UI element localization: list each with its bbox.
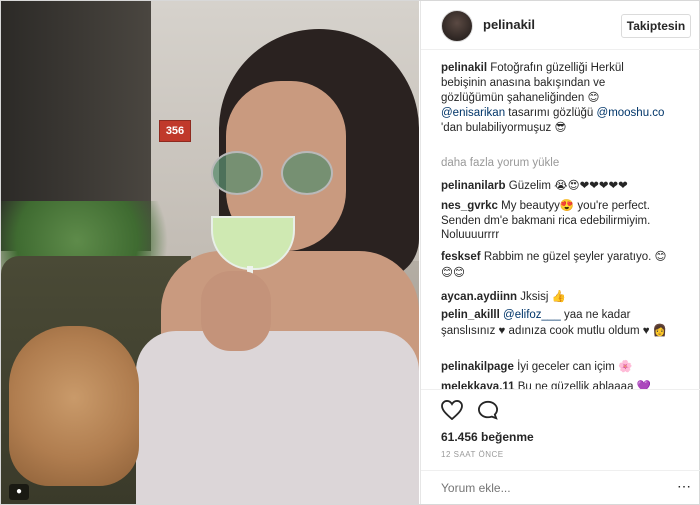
camera-icon: ●	[9, 484, 29, 500]
list-item: nes_gvrkc My beautyy😍 you're perfect. Se…	[441, 200, 651, 241]
post-photo[interactable]: 356 ●	[1, 1, 419, 504]
caption-user[interactable]: pelinakil	[441, 62, 487, 74]
comment-icon[interactable]	[477, 400, 499, 420]
comment-user[interactable]: pelinanilarb	[441, 180, 506, 192]
person-hand	[201, 271, 271, 351]
puppy	[9, 326, 139, 486]
comment-user[interactable]: fesksef	[441, 251, 481, 263]
post-header: pelinakil Takipte­sin	[421, 1, 700, 50]
list-item: fesksef Rabbim ne güzel şeyler yaratıyo.…	[441, 249, 667, 279]
timestamp: 12 SAAT ÖNCE	[441, 450, 504, 459]
comment-user[interactable]: aycan.aydiinn	[441, 291, 517, 303]
caption: pelinakil Fotoğrafın güzelliği Herkül be…	[441, 62, 665, 134]
comment-user[interactable]: pelinakilpage	[441, 361, 514, 373]
post-sidebar: pelinakil Takipte­sin pelinakil Fotoğraf…	[420, 1, 700, 504]
following-button[interactable]: Takipte­sin	[621, 14, 691, 38]
load-more-comments[interactable]: daha fazla yorum yükle	[441, 157, 559, 169]
post-actions: 61.456 beğenme 12 SAAT ÖNCE ⋯	[421, 389, 700, 505]
mention-link[interactable]: @elifoz___	[503, 309, 561, 321]
more-options-icon[interactable]: ⋯	[677, 478, 691, 495]
comment-user[interactable]: nes_gvrkc	[441, 200, 498, 212]
mention-link[interactable]: @enisarikan	[441, 107, 505, 119]
mention-link[interactable]: @mooshu.co	[597, 107, 665, 119]
list-item: pelinakilpage İyi geceler can içim 🌸	[441, 359, 633, 373]
comment-user[interactable]: melekkaya.11	[441, 381, 515, 389]
like-count[interactable]: 61.456 beğenme	[441, 430, 534, 444]
comment-user[interactable]: pelin_akilll	[441, 309, 500, 321]
door-number-sign: 356	[159, 120, 191, 142]
avatar[interactable]	[441, 10, 473, 42]
list-item: pelinanilarb Güzelim 😭😍❤❤❤❤❤	[441, 178, 628, 192]
list-item: aycan.aydiinn Jksisj 👍	[441, 289, 566, 303]
comment-input[interactable]	[441, 480, 661, 496]
person-top	[136, 331, 419, 504]
list-item: pelin_akilll @elifoz___ yaa ne kadar şan…	[441, 309, 668, 337]
heart-icon[interactable]	[441, 400, 463, 420]
sunglasses	[211, 151, 341, 195]
add-comment-bar: ⋯	[421, 470, 700, 505]
list-item: melekkaya.11 Bu ne güzellik ablaaaa 💜	[441, 379, 681, 389]
comments-list[interactable]: pelinakil Fotoğrafın güzelliği Herkül be…	[421, 61, 700, 389]
header-username[interactable]: pelinakil	[483, 17, 535, 32]
